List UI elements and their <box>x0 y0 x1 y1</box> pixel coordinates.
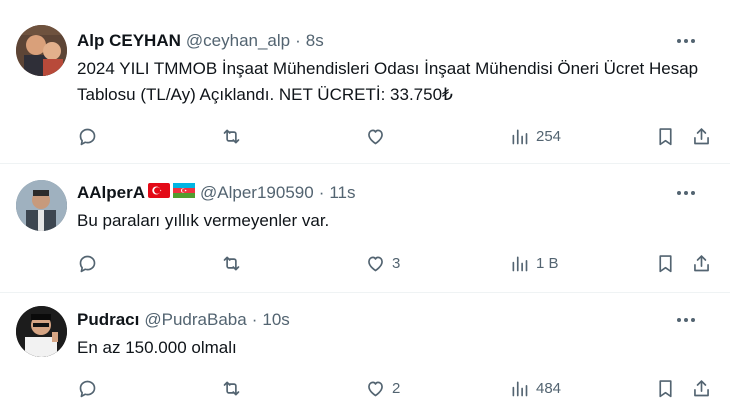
bookmark-button[interactable] <box>655 253 676 274</box>
share-button[interactable] <box>691 253 712 274</box>
bookmark-button[interactable] <box>655 378 676 399</box>
tweet-feed: Alp CEYHAN @ceyhan_alp · 8s 2024 YILI TM… <box>0 0 730 420</box>
tweet-text: 2024 YILI TMMOB İnşaat Mühendisleri Odas… <box>77 59 699 104</box>
tweet-text: En az 150.000 olmalı <box>77 338 237 357</box>
view-count: 484 <box>536 379 562 397</box>
timestamp[interactable]: 11s <box>329 182 355 204</box>
display-name[interactable]: Alp CEYHAN <box>77 30 181 52</box>
like-count: 3 <box>392 254 401 272</box>
more-dots-icon <box>677 318 695 322</box>
reply-button[interactable] <box>77 378 104 399</box>
retweet-button[interactable] <box>221 253 248 274</box>
heart-icon <box>368 129 383 144</box>
separator-dot: · <box>251 310 258 329</box>
tweet-content: AAlperA @Alper190590 · 11s Bu paraları y… <box>77 182 714 234</box>
retweet-icon <box>223 256 240 270</box>
tweet-header: Pudracı @PudraBaba · 10s <box>77 309 714 331</box>
tweet-text: Bu paraları yıllık vermeyenler var. <box>77 211 330 230</box>
retweet-button[interactable] <box>221 378 248 399</box>
share-button[interactable] <box>691 378 712 399</box>
views-button[interactable]: 484 <box>509 378 561 399</box>
reply-icon <box>79 255 96 272</box>
bookmark-icon <box>659 379 672 397</box>
separator-dot: · <box>318 183 325 202</box>
bookmark-icon <box>659 127 672 145</box>
retweet-icon <box>223 381 240 395</box>
analytics-icon <box>512 129 528 144</box>
heart-icon <box>368 256 383 271</box>
tweet-content: Alp CEYHAN @ceyhan_alp · 8s 2024 YILI TM… <box>77 30 714 108</box>
more-dots-icon <box>677 191 695 195</box>
reply-button[interactable] <box>77 253 104 274</box>
like-count: 2 <box>392 379 401 397</box>
heart-icon <box>368 381 383 396</box>
user-handle[interactable]: @PudraBaba <box>144 309 246 331</box>
more-options-button[interactable] <box>674 30 698 52</box>
like-button[interactable]: 3 <box>365 253 400 274</box>
tweet[interactable]: Pudracı @PudraBaba · 10s En az 150.000 o… <box>0 293 730 420</box>
tweet[interactable]: AAlperA @Alper190590 · 11s Bu paraları y… <box>0 164 730 293</box>
like-button[interactable]: 2 <box>365 378 400 399</box>
retweet-button[interactable] <box>221 126 248 147</box>
tweet-actions: 3 1 B <box>77 251 716 275</box>
analytics-icon <box>512 256 528 271</box>
tweet-header: Alp CEYHAN @ceyhan_alp · 8s <box>77 30 714 52</box>
more-dots-icon <box>677 39 695 43</box>
timestamp[interactable]: 8s <box>306 30 324 52</box>
share-icon <box>694 254 709 271</box>
display-name[interactable]: Pudracı <box>77 309 139 331</box>
separator-dot: · <box>295 31 301 50</box>
tweet-header: AAlperA @Alper190590 · 11s <box>77 182 714 204</box>
avatar[interactable] <box>16 306 67 357</box>
reply-icon <box>79 380 96 397</box>
tweet-content: Pudracı @PudraBaba · 10s En az 150.000 o… <box>77 309 714 361</box>
display-name[interactable]: AAlperA <box>77 182 145 204</box>
more-options-button[interactable] <box>674 309 698 331</box>
views-button[interactable]: 254 <box>509 126 561 147</box>
bookmark-icon <box>659 254 672 272</box>
user-handle[interactable]: @ceyhan_alp <box>186 30 290 52</box>
avatar[interactable] <box>16 180 67 231</box>
reply-button[interactable] <box>77 126 104 147</box>
user-handle[interactable]: @Alper190590 <box>200 182 314 204</box>
share-button[interactable] <box>691 126 712 147</box>
avatar[interactable] <box>16 25 67 76</box>
tweet-actions: 2 484 <box>77 376 716 400</box>
like-button[interactable] <box>365 126 392 147</box>
analytics-icon <box>512 381 528 396</box>
timestamp[interactable]: 10s <box>262 309 289 331</box>
view-count: 254 <box>536 127 562 145</box>
retweet-icon <box>223 129 240 143</box>
share-icon <box>694 379 709 396</box>
tweet-actions: 254 <box>77 124 716 148</box>
views-button[interactable]: 1 B <box>509 253 559 274</box>
view-count: 1 B <box>536 254 559 272</box>
azerbaijan-flag-icon <box>173 182 196 204</box>
reply-icon <box>79 128 96 145</box>
tweet[interactable]: Alp CEYHAN @ceyhan_alp · 8s 2024 YILI TM… <box>0 0 730 164</box>
bookmark-button[interactable] <box>655 126 676 147</box>
more-options-button[interactable] <box>674 182 698 204</box>
turkey-flag-icon <box>148 182 171 204</box>
share-icon <box>694 127 709 144</box>
